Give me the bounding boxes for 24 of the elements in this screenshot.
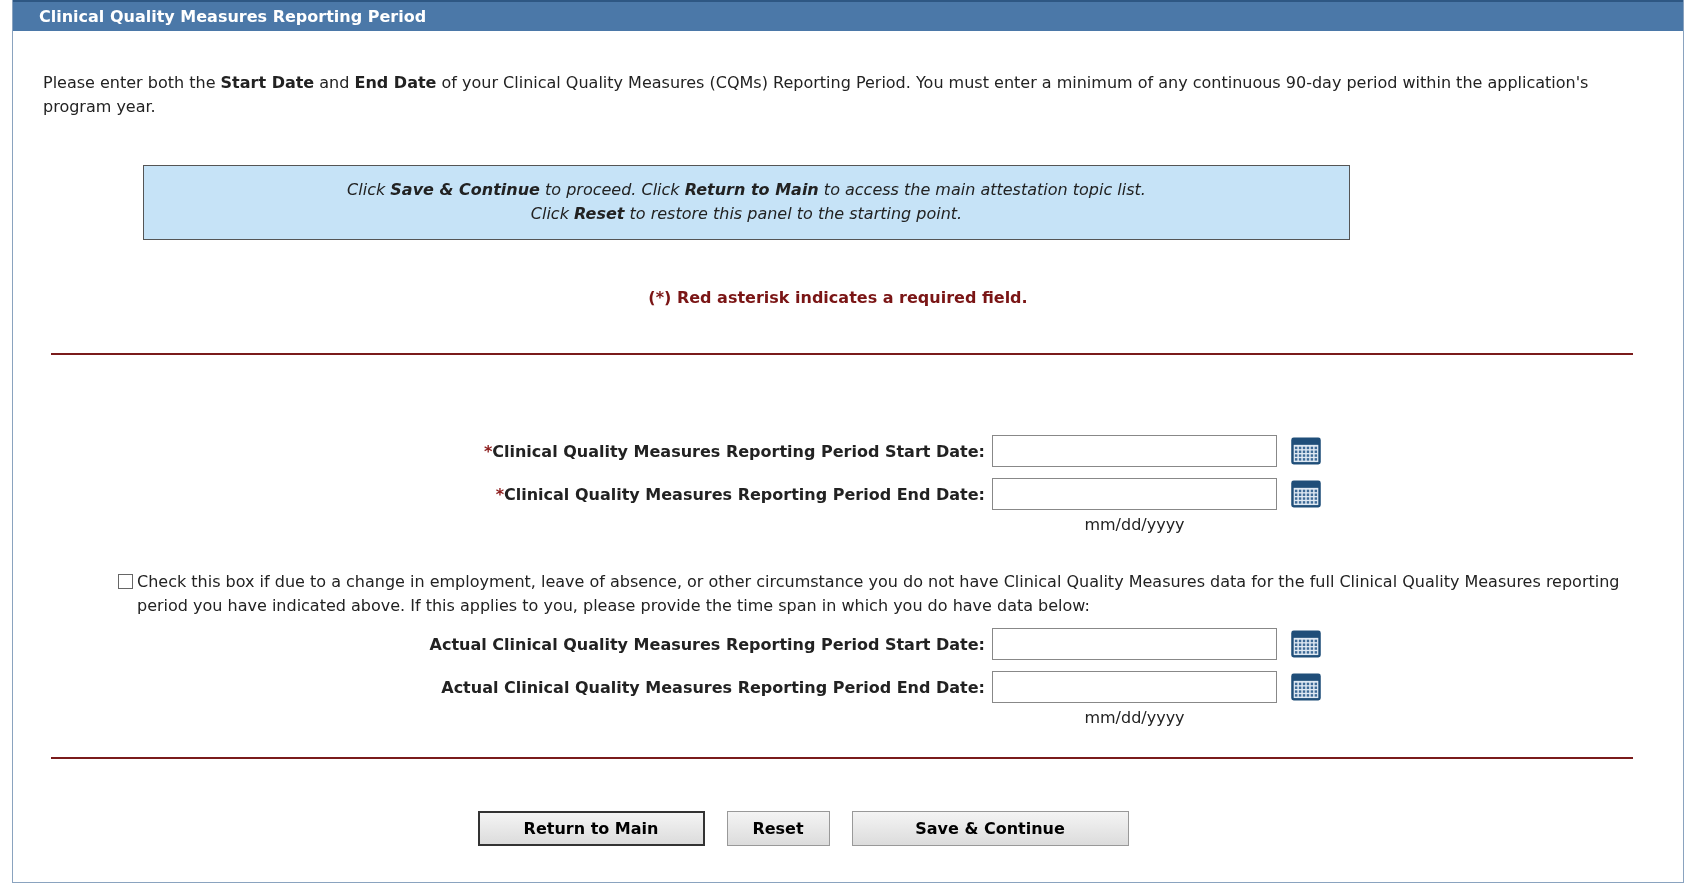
date-format-hint: mm/dd/yyyy bbox=[1083, 515, 1186, 534]
instructions-text: Please enter both the Start Date and End Date of your Clinical Quality Measures (CQMs) Reporting Period. You must enter a minimum of any continuous 90-day period within the application's program year. bbox=[43, 72, 1590, 118]
field-label: *Clinical Quality Measures Reporting Period Start Date: bbox=[482, 441, 985, 461]
calendar-icon[interactable] bbox=[1290, 629, 1322, 659]
calendar-icon[interactable] bbox=[1290, 436, 1322, 466]
checkbox[interactable] bbox=[118, 574, 133, 589]
info-text: Click Save & Continue to proceed. Click Return to Main to access the main attestation topic list. bbox=[346, 179, 1147, 201]
date-field[interactable] bbox=[992, 435, 1277, 467]
save-continue-button[interactable]: Save & Continue bbox=[851, 811, 1129, 846]
info-text: Click Reset to restore this panel to the starting point. bbox=[529, 203, 964, 225]
date-field[interactable] bbox=[992, 628, 1277, 660]
calendar-icon[interactable] bbox=[1290, 479, 1322, 509]
field-label: *Clinical Quality Measures Reporting Period End Date: bbox=[494, 484, 985, 504]
reset-button[interactable]: Reset bbox=[726, 811, 830, 846]
date-field[interactable] bbox=[992, 671, 1277, 703]
field-label: Actual Clinical Quality Measures Reporting Period Start Date: bbox=[428, 634, 985, 654]
required-note: (*) Red asterisk indicates a required field. bbox=[647, 288, 1029, 307]
return-button[interactable]: Return to Main bbox=[477, 811, 705, 846]
date-field[interactable] bbox=[992, 478, 1277, 510]
field-label: Actual Clinical Quality Measures Reporting Period End Date: bbox=[440, 677, 985, 697]
checkbox-label: Check this box if due to a change in employment, leave of absence, or other circumstance you do not have Clinical Quality Measures data for the full Clinical Quality Measures reporting period you have indicated above. If this applies to you, please provide the time span in which you do have data below: bbox=[137, 571, 1621, 617]
date-format-hint: mm/dd/yyyy bbox=[1083, 708, 1186, 727]
calendar-icon[interactable] bbox=[1290, 672, 1322, 702]
panel-title: Clinical Quality Measures Reporting Period bbox=[13, 0, 1683, 31]
